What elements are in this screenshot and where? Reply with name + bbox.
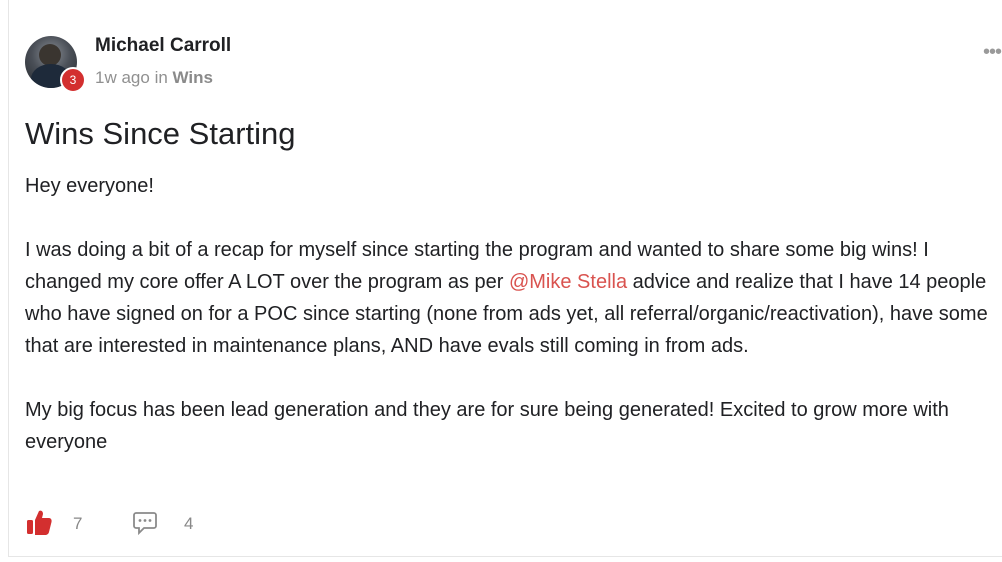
comment-icon [133,512,157,536]
level-badge: 3 [60,67,86,93]
paragraph-2: My big focus has been lead generation an… [25,399,949,453]
post-card: 3 Michael Carroll 1w ago in Wins ••• Win… [0,0,1002,562]
in-label: in [154,68,168,87]
paragraph-1: I was doing a bit of a recap for myself … [25,234,995,362]
comment-count: 4 [184,514,194,533]
post-body: Hey everyone! I was doing a bit of a rec… [25,170,995,490]
avatar-head [39,44,61,66]
greeting-text: Hey everyone! [25,175,154,197]
like-count: 7 [73,514,83,533]
comment-button[interactable] [133,510,157,536]
post-meta: 1w ago in Wins [95,68,213,88]
thumbs-up-icon [27,510,52,535]
mention-link[interactable]: @Mike Stella [509,271,627,293]
time-ago: 1w ago [95,68,150,87]
author-name[interactable]: Michael Carroll [95,35,231,55]
post-title: Wins Since Starting [25,116,296,151]
category-link[interactable]: Wins [173,68,213,87]
more-options-icon[interactable]: ••• [983,42,1002,62]
like-button[interactable] [25,508,53,538]
